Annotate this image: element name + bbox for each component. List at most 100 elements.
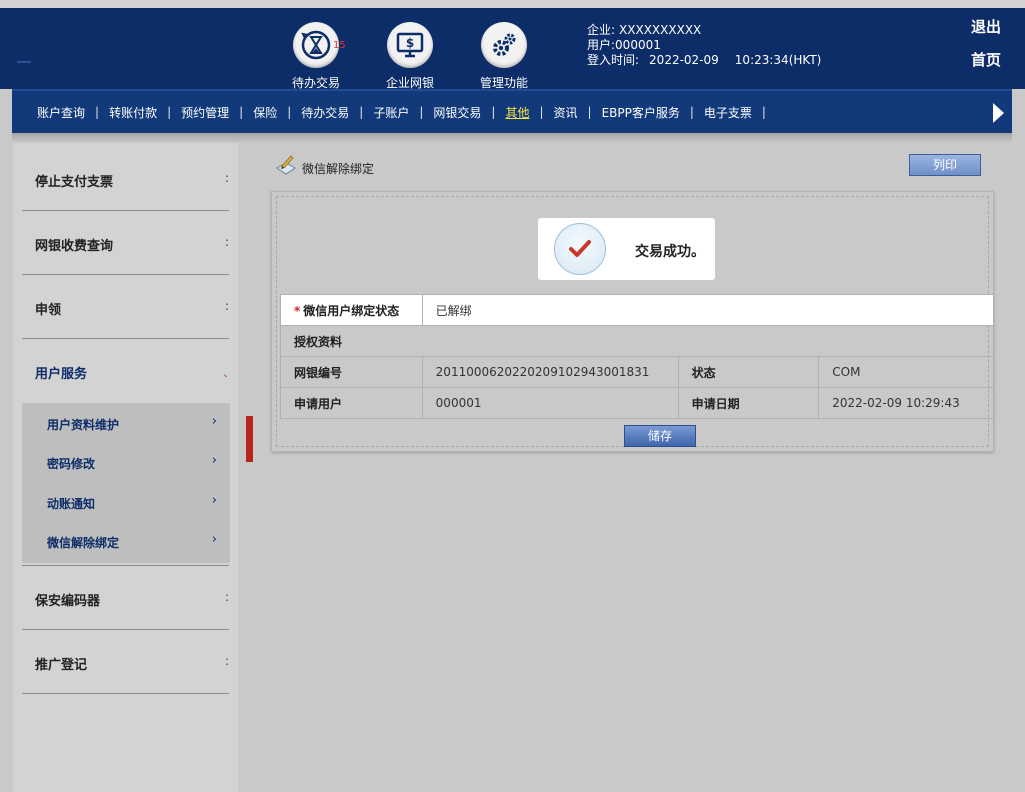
bind-status-label-text: 微信用户绑定状态	[303, 303, 400, 318]
nav-item-link[interactable]: 预约管理	[171, 104, 239, 121]
submenu-item-label: 用户资料维护	[47, 418, 120, 432]
nav-item-link[interactable]: 转账付款	[99, 104, 167, 121]
nav-item: 待办交易 |	[291, 104, 363, 121]
nav-item: EBPP客户服务 |	[592, 104, 694, 121]
nav-item-link[interactable]: 保险	[243, 104, 287, 121]
chevron-right-icon: ›	[211, 532, 217, 547]
home-link[interactable]: 首页	[971, 49, 1001, 70]
top-strip	[0, 0, 1025, 8]
success-message: 交易成功。	[635, 244, 705, 260]
divider	[22, 338, 229, 339]
nav-item: 账户查询 |	[27, 104, 99, 121]
submenu-item-label: 密码修改	[47, 457, 96, 471]
logout-link[interactable]: 退出	[971, 16, 1001, 37]
login-time-label: 登入时间:	[587, 53, 640, 67]
submenu-item-notifications[interactable]: 动账通知 ›	[22, 488, 230, 518]
chevron-right-icon: :	[224, 654, 229, 668]
nav-item-link[interactable]: EBPP客户服务	[592, 104, 690, 121]
submenu-item-label: 动账通知	[47, 497, 96, 511]
submenu-item-wechat-unbind[interactable]: 微信解除绑定 ›	[22, 527, 230, 557]
result-panel: 交易成功。 * 微信用户绑定状态 已解绑 授权资料 网银编号 2011000620…	[271, 191, 995, 452]
user-label: 用户:	[587, 38, 616, 52]
sidebar: 停止支付支票: 网银收费查询: 申领: 用户服务 ˎ 用户资料维护 › 密码修改 › …	[13, 143, 238, 792]
company-label: 企业:	[587, 23, 616, 37]
table-row: 网银编号 2011000620220209102943001831 状态 COM	[280, 356, 994, 388]
result-panel-inner: 交易成功。 * 微信用户绑定状态 已解绑 授权资料 网银编号 2011000620…	[276, 196, 995, 447]
nav-separator: |	[689, 105, 694, 119]
sidebar-item-label: 停止支付支票	[35, 175, 114, 190]
nav-item-link[interactable]: 账户查询	[27, 104, 95, 121]
nav-item: 预约管理 |	[171, 104, 243, 121]
status-label: 状态	[677, 356, 820, 388]
nav-item: 电子支票 |	[694, 104, 766, 121]
apply-date-value: 2022-02-09 10:29:43	[818, 387, 994, 419]
management-functions-shortcut[interactable]: 管理功能	[469, 22, 539, 91]
nav-separator: |	[239, 105, 244, 119]
bind-status-value: 已解绑	[421, 294, 995, 326]
success-message-box: 交易成功。	[538, 218, 715, 280]
edit-note-icon	[276, 155, 296, 175]
ebank-no-value: 2011000620220209102943001831	[421, 356, 679, 388]
applicant-value: 000001	[421, 387, 679, 419]
save-button[interactable]: 储存	[624, 425, 696, 447]
table-row: 授权资料	[280, 325, 994, 357]
apply-date-label: 申请日期	[677, 387, 820, 419]
ebank-no-label: 网银编号	[280, 356, 423, 388]
nav-shadow	[12, 133, 1012, 143]
user-services-submenu: 用户资料维护 › 密码修改 › 动账通知 › 微信解除绑定 ›	[22, 403, 230, 563]
nav-next-arrow-icon[interactable]	[993, 103, 1004, 123]
divider	[22, 274, 229, 275]
required-marker: *	[294, 303, 301, 318]
nav-item: 保险 |	[243, 104, 291, 121]
divider	[22, 565, 229, 566]
chevron-down-icon: ˎ	[223, 363, 229, 377]
logo-mark	[17, 61, 31, 63]
nav-item: 其他 |	[495, 104, 543, 121]
nav-item-link[interactable]: 子账户	[363, 104, 419, 121]
nav-item: 转账付款 |	[99, 104, 171, 121]
divider	[22, 210, 229, 211]
page-title-bar: 微信解除绑定	[274, 153, 374, 177]
nav-item: 子账户 |	[363, 104, 423, 121]
submenu-item-password[interactable]: 密码修改 ›	[22, 448, 230, 478]
user-info: 企业: XXXXXXXXXX 用户:000001 登入时间: 2022-02-09 1…	[587, 23, 821, 68]
print-button[interactable]: 列印	[909, 154, 981, 176]
pending-count-badge: 15	[333, 40, 346, 51]
nav-item: 资讯 |	[544, 104, 592, 121]
nav-item-link[interactable]: 电子支票	[694, 104, 762, 121]
nav-item: 网银交易 |	[423, 104, 495, 121]
pending-transactions-shortcut[interactable]: 15 待办交易	[281, 22, 351, 91]
section-title: 授权资料	[280, 325, 994, 357]
sidebar-item-label: 推广登记	[35, 658, 88, 673]
nav-item-link[interactable]: 资讯	[544, 104, 588, 121]
login-time: 10:23:34(HKT)	[734, 53, 822, 67]
nav-item-link[interactable]: 其他	[495, 104, 539, 121]
detail-table: * 微信用户绑定状态 已解绑 授权资料 网银编号 2011000620220209…	[280, 294, 995, 419]
submenu-item-profile[interactable]: 用户资料维护 ›	[22, 409, 230, 439]
nav-item-link[interactable]: 网银交易	[423, 104, 491, 121]
nav-separator: |	[587, 105, 592, 119]
chevron-right-icon: :	[224, 235, 229, 249]
chevron-right-icon: ›	[211, 414, 217, 429]
submenu-item-label: 微信解除绑定	[47, 536, 120, 550]
chevron-right-icon: :	[224, 299, 229, 313]
nav-separator: |	[287, 105, 292, 119]
nav-separator: |	[761, 105, 766, 119]
svg-text:$: $	[406, 36, 414, 50]
header: 15 待办交易 $ 企业网银 管理功能 企业: XXXXXXXXXX 用户:000…	[0, 8, 1025, 91]
sidebar-item-label: 保安编码器	[35, 594, 101, 609]
status-value: COM	[818, 356, 994, 388]
applicant-label: 申请用户	[280, 387, 423, 419]
user-value: 000001	[615, 38, 661, 52]
nav-separator: |	[95, 105, 100, 119]
check-success-icon	[554, 223, 606, 275]
nav-item-link[interactable]: 待办交易	[291, 104, 359, 121]
login-date: 2022-02-09	[649, 53, 719, 67]
chevron-right-icon: ›	[211, 493, 217, 508]
divider	[22, 693, 229, 694]
nav-separator: |	[539, 105, 544, 119]
nav-separator: |	[359, 105, 364, 119]
bind-status-label: * 微信用户绑定状态	[280, 294, 423, 326]
divider	[22, 629, 229, 630]
corporate-banking-shortcut[interactable]: $ 企业网银	[375, 22, 445, 91]
